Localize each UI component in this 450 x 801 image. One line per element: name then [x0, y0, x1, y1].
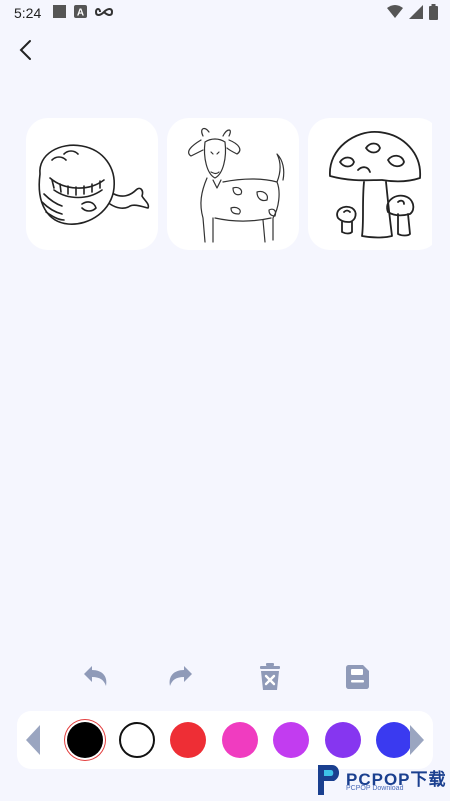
square-notification-icon	[53, 5, 67, 21]
undo-icon	[84, 666, 107, 686]
delete-button[interactable]	[255, 662, 285, 692]
color-swatch[interactable]	[67, 722, 103, 758]
status-time: 5:24	[14, 5, 42, 21]
watermark-logo: PCPOP下载 PCPOP Download	[312, 759, 450, 799]
palette-scroll-left-button[interactable]	[25, 725, 41, 755]
color-swatch[interactable]	[273, 722, 309, 758]
wifi-icon	[387, 5, 403, 22]
color-swatch[interactable]	[376, 722, 412, 758]
infinity-icon	[95, 5, 114, 21]
mushroom-drawing	[329, 131, 421, 239]
status-notifications: A	[53, 5, 114, 21]
delete-icon	[260, 663, 280, 690]
coloring-picture-list	[26, 118, 432, 250]
undo-button[interactable]	[80, 662, 110, 692]
color-swatch[interactable]	[170, 722, 206, 758]
whale-drawing	[38, 144, 150, 225]
battery-icon	[429, 4, 438, 23]
triangle-left-icon	[26, 725, 40, 755]
a-notification-icon: A	[74, 5, 88, 21]
picture-whale[interactable]	[26, 118, 158, 250]
signal-icon	[409, 5, 423, 22]
save-button[interactable]	[342, 662, 372, 692]
color-swatch[interactable]	[118, 722, 155, 758]
picture-mushroom[interactable]	[308, 118, 432, 250]
palette-scroll-right-button[interactable]	[409, 725, 425, 755]
redo-icon	[169, 666, 192, 686]
triangle-right-icon	[410, 725, 424, 755]
picture-goat[interactable]	[167, 118, 299, 250]
color-swatch[interactable]	[221, 722, 258, 758]
pcpop-logo-icon	[318, 765, 340, 795]
goat-drawing	[188, 127, 285, 243]
edit-toolbar	[0, 656, 450, 696]
status-bar: 5:24 A	[0, 0, 450, 26]
status-system-icons	[387, 4, 438, 23]
chevron-left-icon	[19, 40, 31, 60]
redo-button[interactable]	[166, 662, 196, 692]
svg-text:A: A	[77, 8, 84, 19]
color-swatch[interactable]	[324, 722, 361, 758]
save-icon	[346, 665, 369, 689]
watermark-subtitle: PCPOP Download	[346, 785, 404, 792]
back-button[interactable]	[12, 36, 40, 64]
